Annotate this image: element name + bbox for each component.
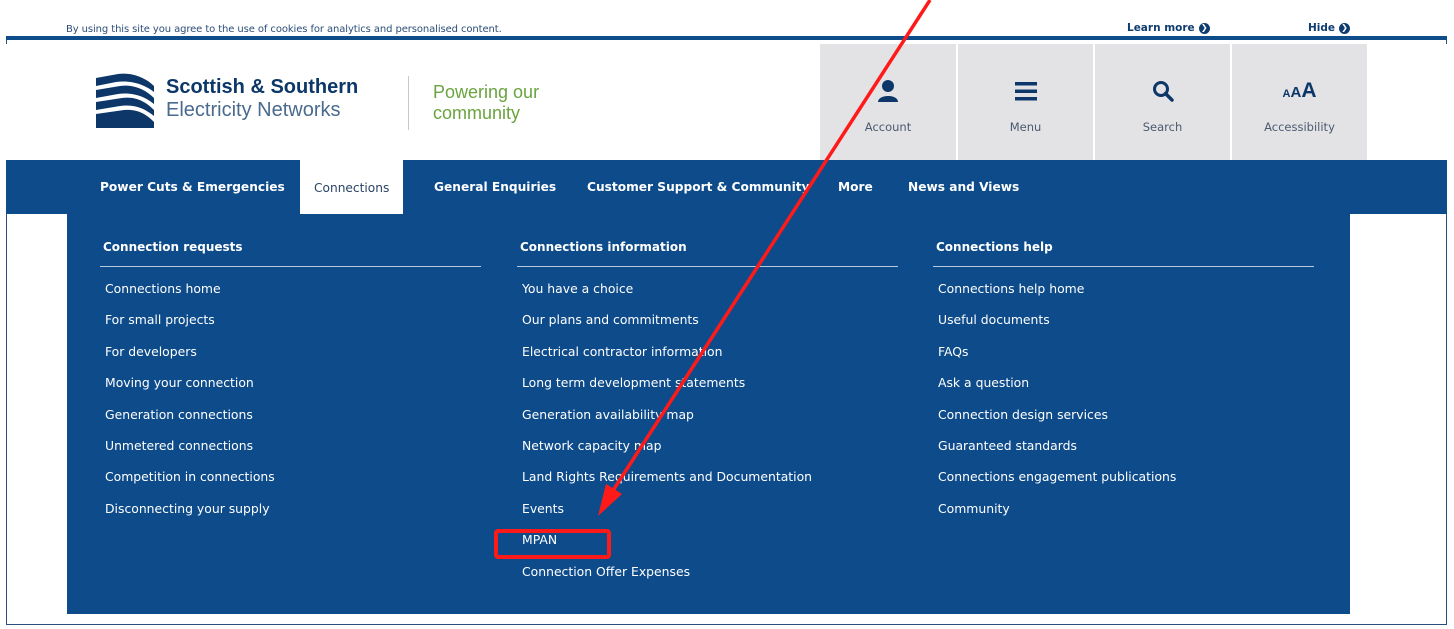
ssen-logo-icon[interactable] [92,72,156,130]
nav-customer-support[interactable]: Customer Support & Community [587,160,810,214]
connections-mega-menu: Connection requests Connections home For… [67,214,1350,614]
account-button[interactable]: Account [819,44,956,160]
annotation-highlight-box [494,529,611,559]
menu-label: Menu [1009,120,1042,134]
hide-cookie-link[interactable]: Hide ❯ [1308,22,1351,34]
menu-link-ask-a-question[interactable]: Ask a question [933,375,1314,406]
menu-link-guaranteed-standards[interactable]: Guaranteed standards [933,438,1314,469]
search-icon [1152,76,1174,106]
menu-link-disconnecting[interactable]: Disconnecting your supply [100,501,481,532]
nav-connections[interactable]: Connections [300,160,404,216]
hide-label: Hide [1308,22,1336,34]
link-list: Connections home For small projects For … [100,281,481,532]
menu-link-connections-home[interactable]: Connections home [100,281,481,312]
menu-link-developers[interactable]: For developers [100,344,481,375]
accessibility-button[interactable]: AAA Accessibility [1231,44,1367,160]
tagline-line2: community [433,103,521,123]
brand-divider [408,76,409,130]
nav-news-and-views[interactable]: News and Views [908,160,1019,214]
menu-link-generation-connections[interactable]: Generation connections [100,407,481,438]
nav-more[interactable]: More [838,160,873,214]
menu-link-useful-documents[interactable]: Useful documents [933,312,1314,343]
brand-tagline: Powering our community [433,82,539,124]
column-heading: Connections help [933,240,1314,267]
menu-link-unmetered-connections[interactable]: Unmetered connections [100,438,481,469]
site-header: Scottish & Southern Electricity Networks… [6,44,1447,160]
menu-link-competition[interactable]: Competition in connections [100,469,481,500]
menu-link-small-projects[interactable]: For small projects [100,312,481,343]
menu-link-you-have-a-choice[interactable]: You have a choice [517,281,898,312]
chevron-right-icon: ❯ [1198,22,1210,34]
menu-link-moving-connection[interactable]: Moving your connection [100,375,481,406]
hamburger-menu-icon [1014,76,1037,106]
accessibility-label: Accessibility [1264,120,1335,134]
learn-more-link[interactable]: Learn more ❯ [1127,22,1210,34]
brand-name-line2: Electricity Networks [166,99,341,121]
search-button[interactable]: Search [1094,44,1230,160]
menu-link-long-term-statements[interactable]: Long term development statements [517,375,898,406]
search-label: Search [1142,120,1183,134]
menu-link-community[interactable]: Community [933,501,1314,532]
account-label: Account [864,120,912,134]
brand-name-line1: Scottish & Southern [166,76,359,98]
menu-link-faqs[interactable]: FAQs [933,344,1314,375]
menu-link-generation-map[interactable]: Generation availability map [517,407,898,438]
column-heading: Connections information [517,240,898,267]
menu-link-offer-expenses[interactable]: Connection Offer Expenses [517,564,898,595]
cookie-bar: By using this site you agree to the use … [6,4,1447,40]
brand-name: Scottish & Southern Electricity Networks [166,76,358,122]
tagline-line1: Powering our [433,82,540,102]
column-heading: Connection requests [100,240,481,267]
link-list: Connections help home Useful documents F… [933,281,1314,532]
learn-more-label: Learn more [1127,22,1195,34]
menu-button[interactable]: Menu [957,44,1093,160]
menu-link-land-rights[interactable]: Land Rights Requirements and Documentati… [517,469,898,500]
nav-general-enquiries[interactable]: General Enquiries [434,160,556,214]
accessibility-glyph: AAA [1282,79,1317,102]
text-size-icon: AAA [1283,76,1317,106]
menu-link-engagement-publications[interactable]: Connections engagement publications [933,469,1314,500]
menu-link-events[interactable]: Events [517,501,898,532]
nav-power-cuts[interactable]: Power Cuts & Emergencies [100,160,285,214]
main-nav: Power Cuts & Emergencies Connections Gen… [6,160,1447,216]
menu-link-design-services[interactable]: Connection design services [933,407,1314,438]
cookie-notice-text: By using this site you agree to the use … [66,24,502,35]
column-connections-help: Connections help Connections help home U… [933,240,1314,532]
column-connection-requests: Connection requests Connections home For… [100,240,481,532]
menu-link-electrical-contractor[interactable]: Electrical contractor information [517,344,898,375]
chevron-right-icon: ❯ [1339,22,1351,34]
menu-link-help-home[interactable]: Connections help home [933,281,1314,312]
menu-link-network-capacity-map[interactable]: Network capacity map [517,438,898,469]
menu-link-plans-commitments[interactable]: Our plans and commitments [517,312,898,343]
user-icon [877,76,899,106]
